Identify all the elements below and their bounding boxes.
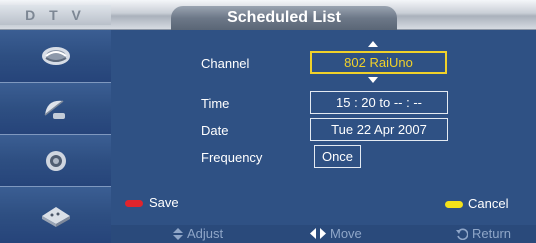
red-key-icon [125, 200, 143, 207]
adjust-hint-label: Adjust [187, 226, 224, 241]
scheduled-list-panel: Channel 802 RaiUno Time 15 : 20 to -- : … [111, 30, 536, 225]
antenna-dish-icon [44, 99, 65, 119]
return-hint: Return [456, 226, 511, 241]
up-down-arrows-icon [173, 227, 183, 240]
page-title: Scheduled List [171, 6, 397, 30]
sidebar-item-setup[interactable] [0, 135, 111, 187]
left-right-arrows-icon [310, 228, 326, 239]
frequency-field[interactable]: Once [314, 145, 361, 168]
cancel-button[interactable]: Cancel [468, 196, 508, 211]
satellite-dish-icon [41, 47, 70, 65]
source-label: D T V [0, 5, 111, 25]
return-arrow-icon [456, 228, 468, 240]
date-label: Date [201, 123, 229, 138]
title-bar: D T V Scheduled List [0, 0, 536, 30]
channel-label: Channel [201, 56, 250, 71]
time-label: Time [201, 96, 230, 111]
sidebar-item-channel[interactable] [0, 83, 111, 135]
remote-control-icon [41, 207, 70, 227]
frequency-label: Frequency [201, 150, 263, 165]
time-field[interactable]: 15 : 20 to -- : -- [310, 91, 448, 114]
save-button[interactable]: Save [149, 195, 179, 210]
hint-bar: Adjust Move Return [111, 225, 536, 243]
move-hint: Move [310, 226, 362, 241]
adjust-hint: Adjust [173, 226, 223, 241]
sidebar-item-picture[interactable] [0, 30, 111, 83]
sidebar [0, 30, 111, 243]
channel-field[interactable]: 802 RaiUno [310, 51, 447, 74]
date-field[interactable]: Tue 22 Apr 2007 [310, 118, 448, 141]
channel-down-arrow-icon[interactable] [368, 77, 378, 83]
yellow-key-icon [445, 201, 463, 208]
sidebar-item-input[interactable] [0, 187, 111, 243]
gear-icon [45, 150, 66, 171]
move-hint-label: Move [330, 226, 362, 241]
return-hint-label: Return [472, 226, 512, 241]
channel-up-arrow-icon[interactable] [368, 41, 378, 47]
osd-window: D T V Scheduled List Channel 802 RaiUno … [0, 0, 536, 243]
